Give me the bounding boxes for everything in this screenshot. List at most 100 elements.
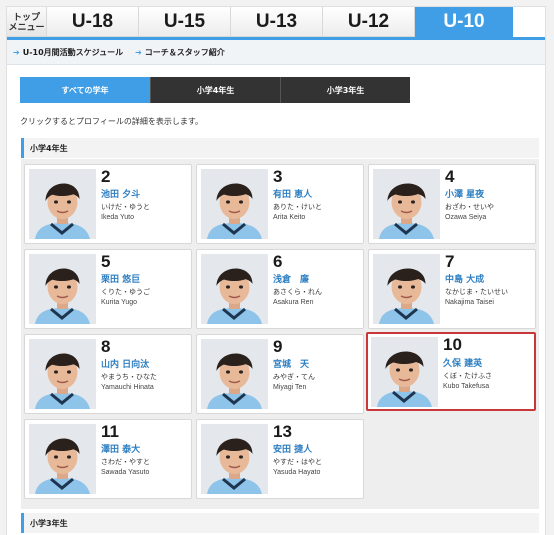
player-card-selected[interactable]: 10 久保 建英 くぼ・たけふさ Kubo Takefusa (366, 332, 536, 411)
player-romaji: Asakura Ren (273, 299, 314, 306)
tab-u18[interactable]: U-18 (47, 7, 139, 37)
player-kana: さわだ・やすと (101, 458, 150, 466)
player-card[interactable]: 6 浅倉 廉 あさくら・れん Asakura Ren (196, 249, 364, 329)
arrow-right-icon: ➔ (135, 47, 142, 57)
tab-u18-label: U-18 (71, 10, 114, 32)
tab-u13-label: U-13 (255, 10, 298, 32)
player-portrait (29, 339, 96, 409)
player-number: 7 (445, 252, 455, 271)
tab-u13[interactable]: U-13 (231, 7, 323, 37)
player-card[interactable]: 4 小澤 星夜 おざわ・せいや Ozawa Seiya (368, 164, 536, 244)
player-portrait (201, 339, 268, 409)
sub-navigation: ➔ U-10月間活動スケジュール ➔ コーチ＆スタッフ紹介 (7, 40, 545, 65)
player-name: 久保 建英 (443, 359, 483, 369)
player-photo (29, 254, 96, 324)
player-kana: みやぎ・てん (273, 373, 315, 381)
player-kana: やすだ・はやと (273, 458, 322, 466)
grade-filter: すべての学年 小学4年生 小学3年生 (20, 77, 410, 103)
player-number: 3 (273, 167, 283, 186)
player-kana: やまうち・ひなた (101, 373, 157, 381)
player-photo (29, 169, 96, 239)
staff-link[interactable]: ➔ コーチ＆スタッフ紹介 (135, 47, 225, 58)
player-number: 9 (273, 337, 283, 356)
player-kana: いけだ・ゆうと (101, 203, 150, 211)
player-portrait (29, 424, 96, 494)
player-portrait (201, 169, 268, 239)
player-name: 浅倉 廉 (273, 275, 310, 285)
player-card[interactable]: 8 山内 日向汰 やまうち・ひなた Yamauchi Hinata (24, 334, 192, 414)
player-romaji: Kurita Yugo (101, 299, 138, 306)
player-card[interactable]: 13 安田 捷人 やすだ・はやと Yasuda Hayato (196, 419, 364, 499)
player-romaji: Kubo Takefusa (443, 383, 490, 390)
player-photo (201, 339, 268, 409)
player-name: 有田 恵人 (273, 190, 313, 200)
player-romaji: Ozawa Seiya (445, 214, 487, 221)
player-card[interactable]: 5 栗田 悠巨 くりた・ゆうご Kurita Yugo (24, 249, 192, 329)
filter-grade-3-label: 小学3年生 (326, 85, 365, 95)
player-number: 4 (445, 167, 455, 186)
player-portrait (29, 169, 96, 239)
arrow-right-icon: ➔ (13, 47, 20, 57)
player-name: 澤田 泰大 (101, 445, 141, 455)
player-photo (373, 254, 440, 324)
tab-u10-label: U-10 (443, 10, 485, 32)
player-photo (201, 424, 268, 494)
player-number: 2 (101, 167, 111, 186)
filter-all-grades[interactable]: すべての学年 (20, 77, 150, 103)
player-portrait (201, 254, 268, 324)
player-card[interactable]: 2 池田 夕斗 いけだ・ゆうと Ikeda Yuto (24, 164, 192, 244)
player-portrait (201, 424, 268, 494)
player-portrait (371, 337, 438, 407)
player-card[interactable]: 9 宮城 天 みやぎ・てん Miyagi Ten (196, 334, 364, 414)
player-kana: くぼ・たけふさ (443, 372, 492, 380)
page-frame: トップ メニュー U-18 U-15 U-13 U-12 U-10 ➔ U-10… (6, 6, 546, 535)
player-romaji: Nakajima Taisei (445, 299, 494, 306)
section-header-grade-4: 小学4年生 (21, 138, 539, 158)
player-photo (29, 424, 96, 494)
section-title: 小学4年生 (30, 143, 68, 153)
tab-top-menu-label: トップ メニュー (8, 11, 45, 32)
player-kana: くりた・ゆうご (101, 288, 150, 296)
player-portrait (373, 254, 440, 324)
filter-grade-4[interactable]: 小学4年生 (150, 77, 280, 103)
player-kana: あさくら・れん (273, 288, 322, 296)
player-card[interactable]: 11 澤田 泰大 さわだ・やすと Sawada Yasuto (24, 419, 192, 499)
instruction-text: クリックするとプロフィールの詳細を表示します。 (20, 117, 204, 126)
filter-all-grades-label: すべての学年 (61, 85, 109, 95)
player-romaji: Yasuda Hayato (273, 469, 321, 476)
player-portrait (373, 169, 440, 239)
player-photo (29, 339, 96, 409)
tab-u12[interactable]: U-12 (323, 7, 415, 37)
category-tabs: トップ メニュー U-18 U-15 U-13 U-12 U-10 (7, 7, 545, 37)
player-name: 池田 夕斗 (101, 190, 141, 200)
player-kana: おざわ・せいや (445, 203, 494, 211)
player-kana: なかじま・たいせい (445, 288, 508, 296)
player-number: 13 (273, 422, 292, 441)
schedule-link-label: U-10月間活動スケジュール (22, 47, 124, 57)
player-romaji: Ikeda Yuto (101, 214, 134, 221)
player-name: 安田 捷人 (273, 445, 313, 455)
player-number: 6 (273, 252, 283, 271)
player-number: 10 (443, 335, 462, 354)
tab-top-menu[interactable]: トップ メニュー (7, 7, 47, 37)
filter-grade-4-label: 小学4年生 (196, 85, 235, 95)
staff-link-label: コーチ＆スタッフ紹介 (144, 47, 225, 57)
player-kana: ありた・けいと (273, 203, 322, 211)
schedule-link[interactable]: ➔ U-10月間活動スケジュール (13, 47, 123, 58)
player-name: 栗田 悠巨 (101, 275, 141, 285)
player-romaji: Arita Keito (273, 214, 306, 221)
player-photo (201, 254, 268, 324)
player-name: 中島 大成 (445, 275, 485, 285)
player-number: 8 (101, 337, 111, 356)
tab-u15[interactable]: U-15 (139, 7, 231, 37)
player-photo (373, 169, 440, 239)
player-photo (371, 337, 438, 407)
player-number: 11 (101, 422, 119, 441)
player-card[interactable]: 7 中島 大成 なかじま・たいせい Nakajima Taisei (368, 249, 536, 329)
player-photo (201, 169, 268, 239)
player-card[interactable]: 3 有田 恵人 ありた・けいと Arita Keito (196, 164, 364, 244)
filter-grade-3[interactable]: 小学3年生 (280, 77, 410, 103)
tab-u10[interactable]: U-10 (415, 7, 513, 37)
tab-u12-label: U-12 (347, 10, 390, 32)
section-title: 小学3年生 (30, 518, 68, 528)
